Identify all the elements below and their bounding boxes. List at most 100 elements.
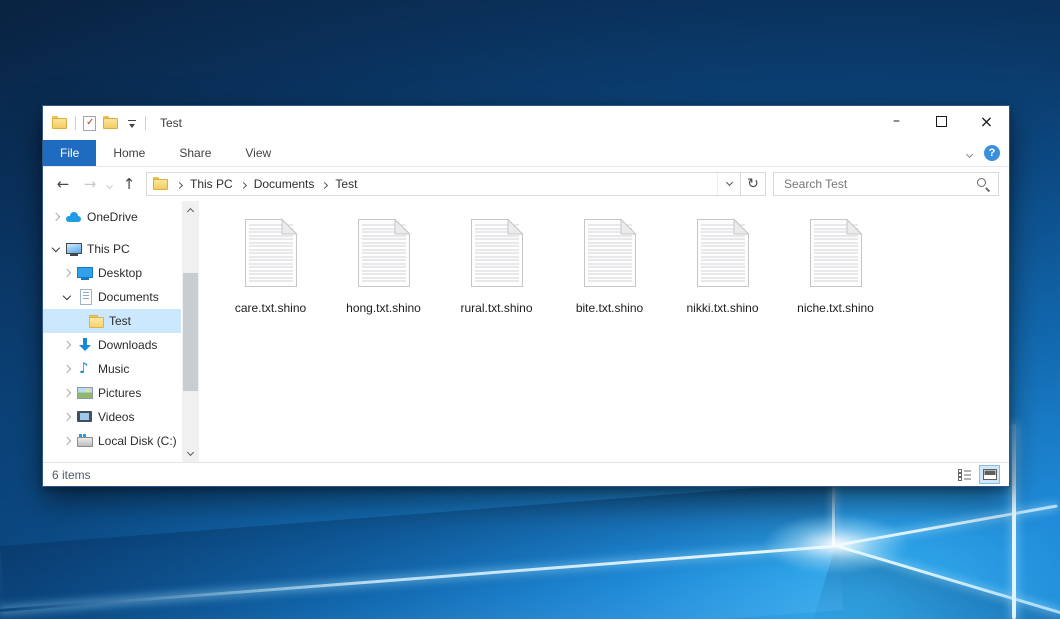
search-box (773, 172, 999, 196)
tree-expander-icon[interactable] (62, 387, 74, 399)
breadcrumb-item[interactable]: Documents (252, 177, 317, 191)
tree-expander-icon[interactable] (62, 339, 74, 351)
tab-share[interactable]: Share (162, 140, 228, 166)
scrollbar-thumb[interactable] (183, 273, 198, 391)
breadcrumb-separator-icon (241, 177, 246, 191)
sidebar-item-documents[interactable]: Documents (43, 285, 181, 309)
customize-quick-access-dropdown[interactable] (126, 117, 138, 129)
sidebar-item-onedrive[interactable]: OneDrive (43, 205, 181, 229)
refresh-button[interactable]: ↻ (741, 172, 766, 196)
caption-buttons: – × (874, 106, 1009, 136)
file-tile[interactable]: hong.txt.shino (334, 218, 433, 315)
text-document-icon (357, 218, 411, 288)
file-tile[interactable]: rural.txt.shino (447, 218, 546, 315)
breadcrumb-separator-icon (322, 177, 327, 191)
navigation-toolbar: ← → ↑ This PC Documents Test ↻ (43, 167, 1009, 201)
tree-expander-icon[interactable] (62, 291, 74, 303)
window-title: Test (160, 116, 182, 130)
search-icon[interactable] (976, 177, 990, 191)
sidebar-scrollbar[interactable] (182, 201, 199, 462)
close-button[interactable]: × (964, 106, 1009, 136)
sidebar-item-test[interactable]: Test (43, 309, 181, 333)
tree-expander-icon[interactable] (62, 363, 74, 375)
help-button[interactable]: ? (984, 145, 1000, 161)
search-input[interactable] (782, 176, 970, 192)
file-name: care.txt.shino (235, 301, 306, 315)
title-bar[interactable]: Test – × (43, 106, 1009, 140)
forward-button[interactable]: → (80, 175, 100, 193)
tree-item-icon (77, 433, 94, 449)
tree-item-label: OneDrive (87, 210, 138, 224)
text-document-icon (470, 218, 524, 288)
scroll-up-button[interactable] (182, 201, 199, 218)
tree-item-label: Desktop (98, 266, 142, 280)
recent-locations-dropdown[interactable] (107, 177, 112, 191)
thumbnail-view-button[interactable] (979, 465, 1000, 484)
main-area: OneDrive This PC Desktop Documents Test … (43, 201, 1009, 462)
maximize-button[interactable] (919, 106, 964, 136)
files-grid: care.txt.shino hong.txt.shino rural.txt.… (199, 201, 1009, 462)
chevron-up-icon (187, 207, 194, 214)
status-bar: 6 items (43, 462, 1009, 486)
sidebar-item-desktop[interactable]: Desktop (43, 261, 181, 285)
tree-item-icon (66, 209, 83, 225)
tree-item-label: Test (109, 314, 131, 328)
file-tile[interactable]: care.txt.shino (221, 218, 320, 315)
wallpaper-glow (763, 514, 909, 574)
file-tile[interactable]: niche.txt.shino (786, 218, 885, 315)
file-tile[interactable]: nikki.txt.shino (673, 218, 772, 315)
tree-item-icon (77, 289, 94, 305)
file-name: niche.txt.shino (797, 301, 874, 315)
tree-item-label: Pictures (98, 386, 141, 400)
tree-expander-icon[interactable] (51, 211, 63, 223)
up-button[interactable]: ↑ (119, 175, 139, 193)
tree-expander-icon[interactable] (62, 267, 74, 279)
tree-expander-icon[interactable] (62, 435, 74, 447)
folder-icon (153, 177, 169, 191)
tree-expander-icon[interactable] (51, 243, 63, 255)
breadcrumb: This PC Documents Test (171, 177, 359, 191)
sidebar-item-this-pc[interactable]: This PC (43, 237, 181, 261)
address-bar[interactable]: This PC Documents Test (146, 172, 741, 196)
tree-item-label: Music (98, 362, 129, 376)
navigation-pane: OneDrive This PC Desktop Documents Test … (43, 201, 199, 462)
maximize-icon (936, 116, 947, 127)
tree-item-icon (88, 313, 105, 329)
tree-item-icon (77, 361, 94, 377)
sidebar-item-downloads[interactable]: Downloads (43, 333, 181, 357)
explorer-window-icon (52, 116, 68, 130)
file-tile[interactable]: bite.txt.shino (560, 218, 659, 315)
chevron-down-icon (966, 151, 973, 158)
sidebar-item-music[interactable]: Music (43, 357, 181, 381)
minimize-button[interactable]: – (874, 106, 919, 136)
tree-expander-icon[interactable] (73, 315, 85, 327)
details-view-button[interactable] (954, 465, 975, 484)
sidebar-item-local-disk-c[interactable]: Local Disk (C:) (43, 429, 181, 453)
breadcrumb-item[interactable]: This PC (188, 177, 235, 191)
tree-item-icon (77, 337, 94, 353)
address-dropdown-button[interactable] (717, 173, 740, 195)
tab-view[interactable]: View (228, 140, 288, 166)
tree-expander-icon[interactable] (62, 411, 74, 423)
separator (75, 116, 76, 130)
scroll-down-button[interactable] (182, 445, 199, 462)
expand-ribbon-button[interactable] (967, 146, 972, 160)
tree-item-label: Downloads (98, 338, 157, 352)
sidebar-tree: OneDrive This PC Desktop Documents Test … (43, 205, 199, 453)
tree-item-icon (77, 409, 94, 425)
tab-home[interactable]: Home (96, 140, 162, 166)
file-name: nikki.txt.shino (686, 301, 758, 315)
properties-button[interactable] (83, 116, 96, 131)
item-count: 6 items (52, 468, 91, 482)
tab-file[interactable]: File (43, 140, 96, 166)
tree-item-label: Local Disk (C:) (98, 434, 177, 448)
new-folder-button[interactable] (103, 116, 119, 130)
sidebar-item-videos[interactable]: Videos (43, 405, 181, 429)
back-button[interactable]: ← (53, 175, 73, 193)
thumbnail-view-icon (983, 469, 997, 480)
sidebar-item-pictures[interactable]: Pictures (43, 381, 181, 405)
tree-item-icon (77, 265, 94, 281)
text-document-icon (583, 218, 637, 288)
breadcrumb-item[interactable]: Test (333, 177, 359, 191)
file-name: hong.txt.shino (346, 301, 421, 315)
